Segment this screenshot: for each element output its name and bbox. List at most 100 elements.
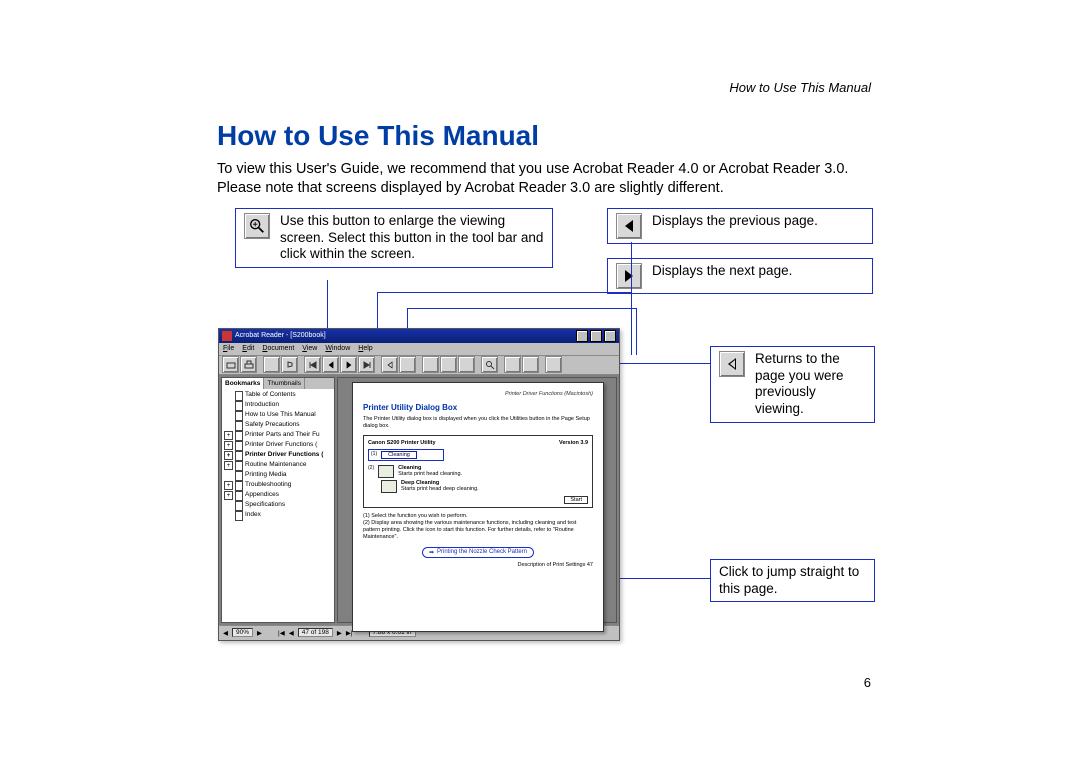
menu-document[interactable]: Document xyxy=(262,345,294,352)
cross-reference-link[interactable]: ➡ Printing the Nozzle Check Pattern xyxy=(422,547,534,558)
first-page-btn[interactable]: |◀ xyxy=(278,629,285,637)
bookmark-label: Index xyxy=(245,511,261,520)
zoom-width-icon[interactable] xyxy=(458,356,475,373)
bookmark-item[interactable]: Specifications xyxy=(224,501,332,511)
page-icon xyxy=(235,511,243,521)
leader-line xyxy=(407,308,637,309)
first-page-icon[interactable] xyxy=(304,356,321,373)
link-label: Printing the Nozzle Check Pattern xyxy=(437,549,527,555)
toolbar xyxy=(219,355,619,375)
print-icon[interactable] xyxy=(240,356,257,373)
bookmark-item[interactable]: +Troubleshooting xyxy=(224,481,332,491)
minimize-button[interactable] xyxy=(576,330,588,342)
back-callout-text: Returns to the page you were previously … xyxy=(755,351,866,419)
cleaning-desc: Starts print head cleaning. xyxy=(398,471,462,477)
bookmark-label: Printer Driver Functions ( xyxy=(245,441,317,450)
zoom-icon xyxy=(244,213,270,239)
bookmark-label: Printer Parts and Their Fu xyxy=(245,431,320,440)
page-title: How to Use This Manual xyxy=(217,120,867,152)
bookmark-label: Specifications xyxy=(245,501,285,510)
expand-icon[interactable]: + xyxy=(224,451,233,460)
acrobat-window: Acrobat Reader - [S200book] File Edit Do… xyxy=(218,328,620,641)
leader-line xyxy=(636,308,637,355)
expand-icon[interactable]: + xyxy=(224,441,233,450)
utility-dialog: Canon S200 Printer Utility Version 3.9 (… xyxy=(363,435,593,508)
doc-section-title: Printer Utility Dialog Box xyxy=(363,403,593,412)
doc-note-1: (1) Select the function you wish to perf… xyxy=(363,513,593,520)
expand-icon[interactable]: + xyxy=(224,481,233,490)
open-icon[interactable] xyxy=(222,356,239,373)
tab-bookmarks[interactable]: Bookmarks xyxy=(222,378,264,389)
next-page-btn[interactable]: ▶ xyxy=(337,629,342,637)
bookmark-label: Introduction xyxy=(245,401,279,410)
bookmark-item[interactable]: + Printer Parts and Their Fu xyxy=(224,431,332,441)
page-indicator[interactable]: 47 of 198 xyxy=(298,628,333,637)
expand-icon[interactable]: + xyxy=(224,461,233,470)
select-text-icon[interactable] xyxy=(504,356,521,373)
bookmark-item[interactable]: Safety Precautions xyxy=(224,421,332,431)
leader-line xyxy=(631,242,632,292)
cleaning-icon[interactable] xyxy=(378,465,394,478)
leader-line xyxy=(377,292,632,293)
bookmark-item[interactable]: Index xyxy=(224,511,332,521)
bookmark-item[interactable]: Introduction xyxy=(224,401,332,411)
document-viewport[interactable]: Printer Driver Functions (Macintosh) Pri… xyxy=(337,377,617,623)
go-back-icon[interactable] xyxy=(381,356,398,373)
bookmark-item[interactable]: Table of Contents xyxy=(224,391,332,401)
zoom-fit-icon[interactable] xyxy=(440,356,457,373)
bookmark-item[interactable]: +Routine Maintenance xyxy=(224,461,332,471)
close-button[interactable] xyxy=(604,330,616,342)
document-page: Printer Driver Functions (Macintosh) Pri… xyxy=(352,382,604,632)
previous-page-icon xyxy=(616,213,642,239)
menu-help[interactable]: Help xyxy=(358,345,372,352)
zoom-level[interactable]: 90% xyxy=(232,628,253,637)
page-icon xyxy=(235,491,243,501)
tab-thumbnails[interactable]: Thumbnails xyxy=(264,378,305,389)
running-head: How to Use This Manual xyxy=(729,80,871,95)
doc-running-head: Printer Driver Functions (Macintosh) xyxy=(363,391,593,397)
page-icon xyxy=(235,391,243,401)
page-icon xyxy=(235,461,243,471)
bookmark-label: Table of Contents xyxy=(245,391,296,400)
doc-paragraph: The Printer Utility dialog box is displa… xyxy=(363,416,593,430)
maximize-button[interactable] xyxy=(590,330,602,342)
next-page-icon[interactable] xyxy=(340,356,357,373)
window-title: Acrobat Reader - [S200book] xyxy=(235,332,326,339)
expand-icon[interactable]: + xyxy=(224,491,233,500)
menu-file[interactable]: File xyxy=(223,345,234,352)
go-forward-icon[interactable] xyxy=(399,356,416,373)
bookmark-item[interactable]: Printing Media xyxy=(224,471,332,481)
zoom-actual-icon[interactable] xyxy=(422,356,439,373)
bookmark-item[interactable]: + Printer Driver Functions ( xyxy=(224,441,332,451)
bookmark-label: Appendices xyxy=(245,491,279,500)
back-icon xyxy=(719,351,745,377)
prev-page-btn[interactable]: ◀ xyxy=(289,629,294,637)
utility-version: Version 3.9 xyxy=(559,440,588,446)
bookmark-item[interactable]: + Appendices xyxy=(224,491,332,501)
snapshot-icon[interactable] xyxy=(522,356,539,373)
start-button[interactable]: Start xyxy=(564,496,588,504)
zoom-callout-text: Use this button to enlarge the viewing s… xyxy=(280,213,544,264)
deep-cleaning-icon[interactable] xyxy=(381,480,397,493)
cleaning-dropdown[interactable]: Cleaning xyxy=(381,451,417,459)
bookmark-label: Safety Precautions xyxy=(245,421,300,430)
next-callout-text: Displays the next page. xyxy=(652,263,792,280)
last-page-icon[interactable] xyxy=(358,356,375,373)
bookmark-item[interactable]: +Printer Driver Functions ( xyxy=(224,451,332,461)
expand-icon[interactable]: + xyxy=(224,431,233,440)
menu-edit[interactable]: Edit xyxy=(242,345,254,352)
page-number: 6 xyxy=(864,675,871,690)
page-icon xyxy=(235,471,243,481)
hand-icon[interactable] xyxy=(281,356,298,373)
menu-window[interactable]: Window xyxy=(325,345,350,352)
deep-cleaning-desc: Starts print head deep cleaning. xyxy=(401,486,479,492)
next-page-icon xyxy=(616,263,642,289)
menu-view[interactable]: View xyxy=(302,345,317,352)
page-icon xyxy=(235,401,243,411)
nav-pane-icon[interactable] xyxy=(263,356,280,373)
bookmark-item[interactable]: How to Use This Manual xyxy=(224,411,332,421)
web-icon[interactable] xyxy=(545,356,562,373)
page-icon xyxy=(235,501,243,511)
prev-page-icon[interactable] xyxy=(322,356,339,373)
find-icon[interactable] xyxy=(481,356,498,373)
